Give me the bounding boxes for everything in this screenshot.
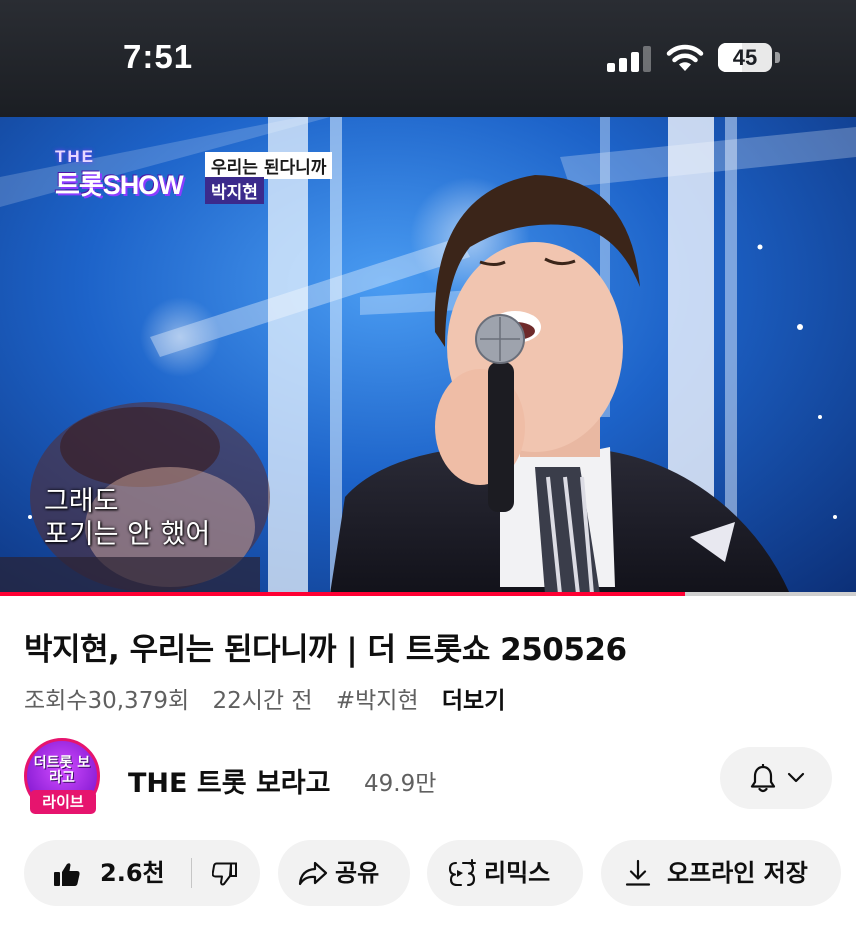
battery-icon: 45: [718, 43, 772, 72]
video-subtitle: 그래도 포기는 안 했어: [44, 485, 210, 551]
share-button[interactable]: 공유: [278, 840, 410, 906]
status-bar: 7:51 45: [0, 0, 856, 117]
wifi-icon: [666, 44, 704, 71]
download-icon: [625, 859, 651, 886]
like-dislike-group: 2.6천: [24, 840, 260, 906]
video-player[interactable]: THE 트롯SHOW 우리는 된다니까 박지현 그래도 포기는 안 했어: [0, 117, 856, 594]
share-icon: [298, 861, 328, 886]
battery-percent: 45: [732, 45, 758, 70]
status-time: 7:51: [123, 38, 194, 75]
upload-age: 22시간 전: [212, 688, 313, 714]
download-label: 오프라인 저장: [667, 859, 808, 887]
live-badge: 라이브: [30, 790, 96, 814]
more-link[interactable]: 더보기: [442, 688, 505, 714]
action-bar: 2.6천 공유 리믹스 오프라인 저장: [0, 840, 856, 906]
video-progress-fill: [0, 592, 685, 596]
remix-button[interactable]: 리믹스: [427, 840, 583, 906]
chevron-down-icon: [787, 772, 805, 783]
hashtag-link[interactable]: #박지현: [336, 688, 419, 714]
channel-name[interactable]: THE 트롯 보라고: [128, 761, 330, 800]
share-label: 공유: [335, 859, 380, 887]
subscription-bell-button[interactable]: [720, 747, 832, 809]
like-count: 2.6천: [100, 859, 165, 887]
avatar-text: 더트롯 보라고: [33, 755, 91, 786]
dislike-button[interactable]: [192, 840, 260, 906]
video-title[interactable]: 박지현, 우리는 된다니까 | 더 트롯쇼 250526: [24, 624, 627, 669]
video-progress-bar[interactable]: [0, 592, 856, 596]
show-logo-line2: 트롯SHOW: [55, 170, 184, 200]
battery-tip: [775, 52, 780, 63]
signal-icon: [607, 46, 651, 72]
video-meta[interactable]: 조회수30,379회 22시간 전 #박지현 더보기: [24, 681, 505, 715]
remix-icon: [448, 859, 476, 887]
channel-row[interactable]: 더트롯 보라고 THE 트롯 보라고 49.9만: [0, 735, 856, 819]
download-button[interactable]: 오프라인 저장: [601, 840, 841, 906]
bell-icon: [750, 764, 776, 793]
subtitle-line-1: 그래도: [44, 486, 119, 517]
view-count: 조회수30,379회: [24, 688, 190, 714]
show-logo: THE 트롯SHOW: [55, 147, 200, 202]
artist-caption: 박지현: [205, 177, 264, 204]
remix-label: 리믹스: [484, 859, 551, 887]
song-caption: 우리는 된다니까: [205, 152, 333, 179]
subscriber-count: 49.9만: [364, 771, 437, 797]
thumbs-up-icon: [54, 863, 80, 886]
subtitle-line-2: 포기는 안 했어: [44, 519, 211, 550]
thumbs-down-icon: [212, 862, 237, 886]
like-button[interactable]: 2.6천: [24, 840, 191, 906]
